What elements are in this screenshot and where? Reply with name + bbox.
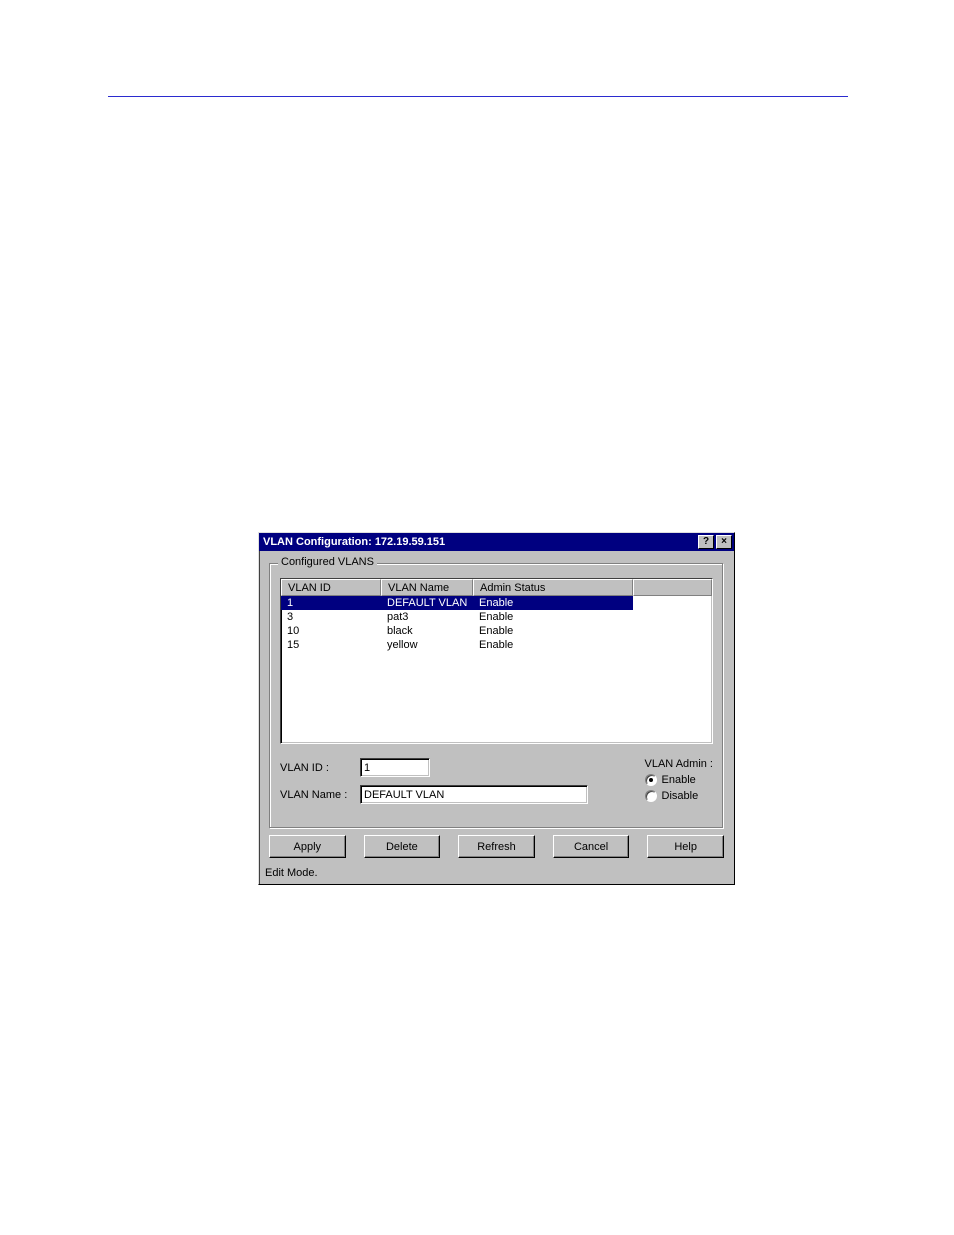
vlan-admin-radio-group: VLAN Admin : Enable Disable bbox=[645, 758, 713, 812]
cell-vlan-name: pat3 bbox=[381, 610, 473, 624]
cell-vlan-id: 3 bbox=[281, 610, 381, 624]
button-row: Apply Delete Refresh Cancel Help bbox=[259, 835, 734, 864]
vlan-name-input[interactable] bbox=[360, 785, 588, 804]
cell-vlan-name: black bbox=[381, 624, 473, 638]
delete-button[interactable]: Delete bbox=[364, 835, 441, 858]
column-header-admin-status[interactable]: Admin Status bbox=[473, 579, 633, 596]
table-row[interactable]: 3 pat3 Enable bbox=[281, 610, 712, 624]
cancel-button[interactable]: Cancel bbox=[553, 835, 630, 858]
refresh-button[interactable]: Refresh bbox=[458, 835, 535, 858]
column-header-filler bbox=[633, 579, 712, 596]
table-row[interactable]: 10 black Enable bbox=[281, 624, 712, 638]
configured-vlans-group: Configured VLANS VLAN ID VLAN Name Admin… bbox=[269, 563, 724, 829]
cell-vlan-id: 15 bbox=[281, 638, 381, 652]
listview-body: 1 DEFAULT VLAN Enable 3 pat3 Enable 10 b… bbox=[281, 596, 712, 652]
close-icon[interactable]: × bbox=[716, 535, 732, 549]
form-area: VLAN ID : VLAN Name : VLAN Admin : Enabl… bbox=[280, 758, 713, 812]
client-area: Configured VLANS VLAN ID VLAN Name Admin… bbox=[259, 551, 734, 835]
cell-admin-status: Enable bbox=[473, 624, 633, 638]
status-bar: Edit Mode. bbox=[259, 864, 734, 884]
listview-header: VLAN ID VLAN Name Admin Status bbox=[281, 579, 712, 596]
radio-disable[interactable] bbox=[645, 790, 657, 802]
radio-enable-label: Enable bbox=[662, 774, 696, 786]
column-header-vlan-id[interactable]: VLAN ID bbox=[281, 579, 381, 596]
help-icon[interactable]: ? bbox=[698, 535, 714, 549]
cell-admin-status: Enable bbox=[473, 638, 633, 652]
page-divider bbox=[108, 96, 848, 97]
vlan-name-label: VLAN Name : bbox=[280, 789, 360, 801]
vlan-id-label: VLAN ID : bbox=[280, 762, 360, 774]
titlebar: VLAN Configuration: 172.19.59.151 ? × bbox=[259, 533, 734, 551]
radio-enable[interactable] bbox=[645, 774, 657, 786]
vlan-admin-label: VLAN Admin : bbox=[645, 758, 713, 770]
cell-vlan-id: 10 bbox=[281, 624, 381, 638]
table-row[interactable]: 1 DEFAULT VLAN Enable bbox=[281, 596, 712, 610]
cell-admin-status: Enable bbox=[473, 610, 633, 624]
help-button[interactable]: Help bbox=[647, 835, 724, 858]
column-header-vlan-name[interactable]: VLAN Name bbox=[381, 579, 473, 596]
cell-admin-status: Enable bbox=[473, 596, 633, 610]
form-left: VLAN ID : VLAN Name : bbox=[280, 758, 621, 812]
vlan-listview[interactable]: VLAN ID VLAN Name Admin Status 1 DEFAULT… bbox=[280, 578, 713, 744]
table-row[interactable]: 15 yellow Enable bbox=[281, 638, 712, 652]
groupbox-label: Configured VLANS bbox=[278, 556, 377, 568]
cell-vlan-id: 1 bbox=[281, 596, 381, 610]
vlan-id-input[interactable] bbox=[360, 758, 430, 777]
vlan-config-dialog: VLAN Configuration: 172.19.59.151 ? × Co… bbox=[258, 532, 735, 885]
radio-disable-label: Disable bbox=[662, 790, 699, 802]
window-title: VLAN Configuration: 172.19.59.151 bbox=[263, 536, 696, 548]
cell-vlan-name: DEFAULT VLAN bbox=[381, 596, 473, 610]
cell-vlan-name: yellow bbox=[381, 638, 473, 652]
apply-button[interactable]: Apply bbox=[269, 835, 346, 858]
